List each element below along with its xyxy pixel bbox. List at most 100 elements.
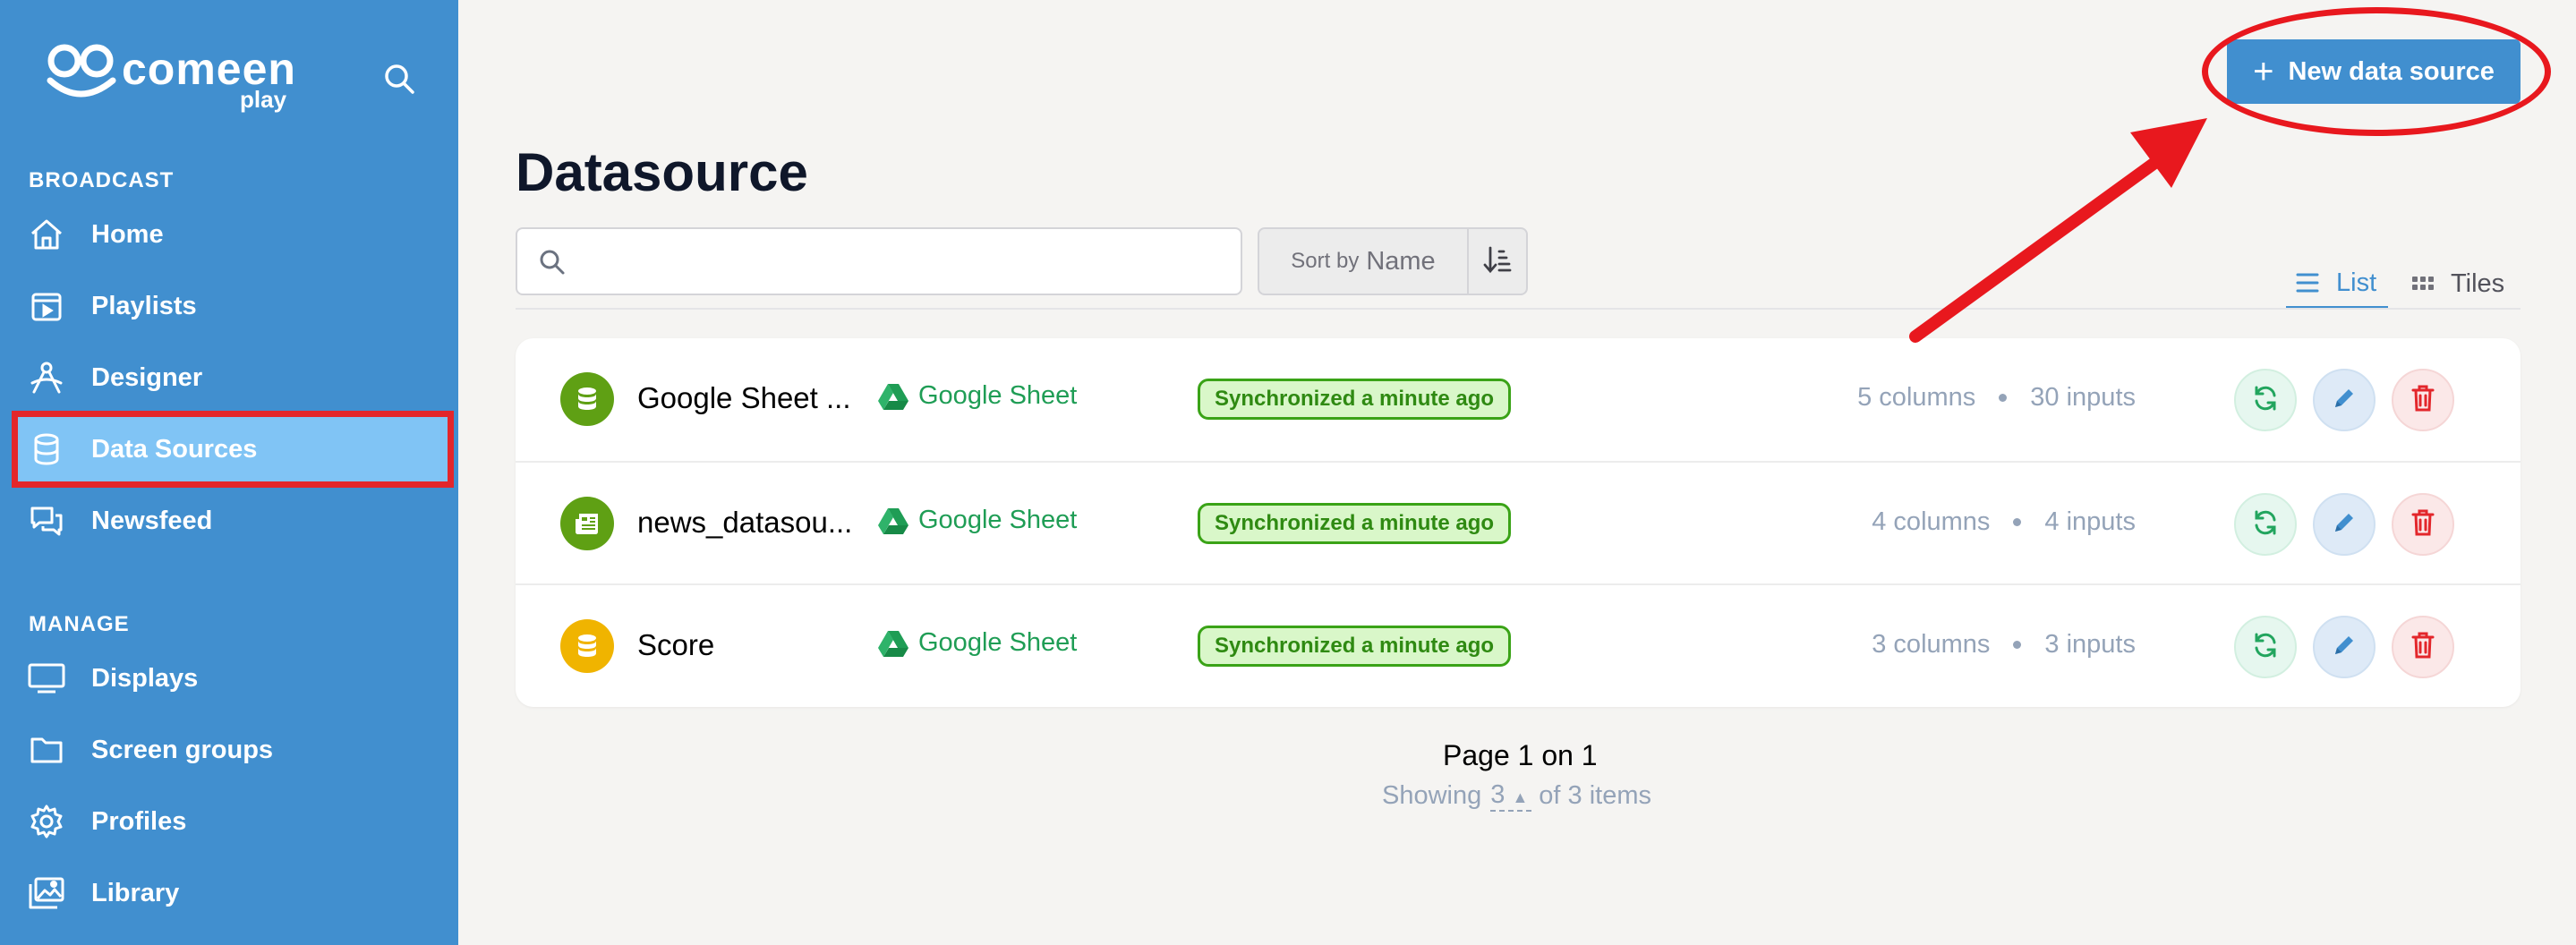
playlist-icon — [27, 286, 66, 326]
brand-sub: play — [240, 86, 287, 113]
sidebar-item-data-sources[interactable]: Data Sources — [12, 411, 454, 488]
grid-icon — [2411, 274, 2435, 294]
refresh-icon — [2251, 384, 2280, 417]
inputs-count: 4 inputs — [2044, 507, 2136, 536]
gear-icon — [27, 802, 66, 841]
search-field — [516, 227, 1242, 295]
sidebar-item-displays[interactable]: Displays — [18, 646, 448, 711]
datasource-type: Google Sheet — [877, 628, 1077, 658]
datasource-type: Google Sheet — [877, 381, 1077, 411]
sidebar: comeen play BROADCAST Home Playlists Des… — [0, 0, 458, 945]
sidebar-item-newsfeed[interactable]: Newsfeed — [18, 489, 448, 553]
search-input[interactable] — [580, 238, 1224, 286]
sync-button[interactable] — [2234, 369, 2297, 431]
list-icon — [2295, 271, 2320, 294]
sort-select[interactable]: Sort by Name — [1259, 229, 1469, 294]
sidebar-item-home[interactable]: Home — [18, 202, 448, 267]
sidebar-item-profiles[interactable]: Profiles — [18, 789, 448, 854]
datasource-name[interactable]: Score — [637, 628, 870, 662]
delete-button[interactable] — [2392, 493, 2454, 556]
tab-tiles-label: Tiles — [2451, 268, 2505, 298]
showing-prefix: Showing — [1382, 781, 1482, 810]
sort-ascending-icon — [1482, 244, 1513, 279]
search-icon[interactable] — [383, 63, 417, 97]
status-badge: Synchronized a minute ago — [1198, 626, 1512, 667]
google-drive-icon — [877, 382, 909, 411]
pagination-summary: Showing 3 ▲ of 3 items — [1382, 780, 1651, 812]
datasource-name[interactable]: Google Sheet ... — [637, 381, 870, 415]
sidebar-item-library[interactable]: Library — [18, 861, 448, 925]
database-icon — [560, 372, 614, 426]
sidebar-item-playlists[interactable]: Playlists — [18, 274, 448, 338]
separator-dot — [1999, 394, 2008, 402]
edit-button[interactable] — [2313, 493, 2376, 556]
sidebar-item-label: Designer — [91, 362, 203, 392]
table-row[interactable]: Google Sheet ... Google Sheet Synchroniz… — [516, 338, 2521, 461]
columns-count: 3 columns — [1872, 630, 1991, 659]
trash-icon — [2410, 631, 2435, 664]
caret-up-icon: ▲ — [1512, 788, 1529, 806]
section-broadcast: BROADCAST — [29, 168, 175, 192]
sidebar-item-screen-groups[interactable]: Screen groups — [18, 718, 448, 782]
datasource-type-label: Google Sheet — [918, 506, 1078, 534]
datasource-stats: 5 columns 30 inputs — [1857, 383, 2136, 413]
edit-button[interactable] — [2313, 616, 2376, 678]
tab-list-view[interactable]: List — [2286, 260, 2388, 310]
pencil-icon — [2331, 632, 2358, 663]
chat-icon — [27, 501, 66, 541]
delete-button[interactable] — [2392, 369, 2454, 431]
separator-dot — [2013, 641, 2022, 649]
sort-direction-button[interactable] — [1469, 229, 1526, 294]
tab-tiles-view[interactable]: Tiles — [2411, 260, 2504, 308]
showing-suffix: of 3 items — [1539, 781, 1651, 810]
search-icon — [539, 249, 566, 280]
pencil-icon — [2331, 509, 2358, 541]
sidebar-item-label: Displays — [91, 663, 199, 693]
newspaper-icon — [560, 497, 614, 550]
google-drive-icon — [877, 629, 909, 658]
google-drive-icon — [877, 507, 909, 535]
annotation-circle — [2202, 7, 2551, 136]
datasource-stats: 3 columns 3 inputs — [1872, 630, 2136, 660]
edit-button[interactable] — [2313, 369, 2376, 431]
sync-button[interactable] — [2234, 616, 2297, 678]
sidebar-item-label: Playlists — [91, 291, 197, 320]
datasource-name[interactable]: news_datasou... — [637, 506, 870, 540]
table-row[interactable]: news_datasou... Google Sheet Synchronize… — [516, 461, 2521, 583]
pencil-icon — [2331, 385, 2358, 416]
sidebar-item-designer[interactable]: Designer — [18, 345, 448, 410]
per-page-value: 3 — [1490, 780, 1506, 809]
sidebar-item-label: Data Sources — [91, 434, 258, 464]
sort-control: Sort by Name — [1258, 227, 1528, 295]
logo-mark-icon — [47, 44, 116, 98]
delete-button[interactable] — [2392, 616, 2454, 678]
sort-value: Name — [1366, 246, 1436, 276]
monitor-icon — [27, 659, 66, 698]
table-row[interactable]: Score Google Sheet Synchronized a minute… — [516, 583, 2521, 706]
status-badge: Synchronized a minute ago — [1198, 379, 1512, 420]
sidebar-item-label: Library — [91, 878, 180, 907]
designer-icon — [27, 358, 66, 397]
sidebar-item-label: Home — [91, 219, 164, 249]
section-manage: MANAGE — [29, 612, 130, 636]
page-title: Datasource — [516, 142, 808, 202]
images-icon — [27, 873, 66, 913]
trash-icon — [2410, 384, 2435, 417]
datasource-type: Google Sheet — [877, 506, 1077, 535]
sidebar-item-label: Screen groups — [91, 735, 274, 764]
separator-dot — [2013, 518, 2022, 526]
columns-count: 5 columns — [1857, 383, 1976, 412]
datasource-stats: 4 columns 4 inputs — [1872, 507, 2136, 537]
pagination-title: Page 1 on 1 — [1443, 739, 1598, 771]
tab-list-label: List — [2336, 268, 2377, 297]
sidebar-item-label: Profiles — [91, 806, 187, 836]
refresh-icon — [2251, 508, 2280, 541]
trash-icon — [2410, 508, 2435, 541]
datasource-type-label: Google Sheet — [918, 381, 1078, 410]
per-page-select[interactable]: 3 ▲ — [1490, 780, 1532, 812]
datasource-type-label: Google Sheet — [918, 628, 1078, 657]
datasource-list: Google Sheet ... Google Sheet Synchroniz… — [516, 338, 2521, 707]
inputs-count: 30 inputs — [2030, 383, 2136, 412]
sync-button[interactable] — [2234, 493, 2297, 556]
sort-prefix: Sort by — [1291, 249, 1360, 273]
